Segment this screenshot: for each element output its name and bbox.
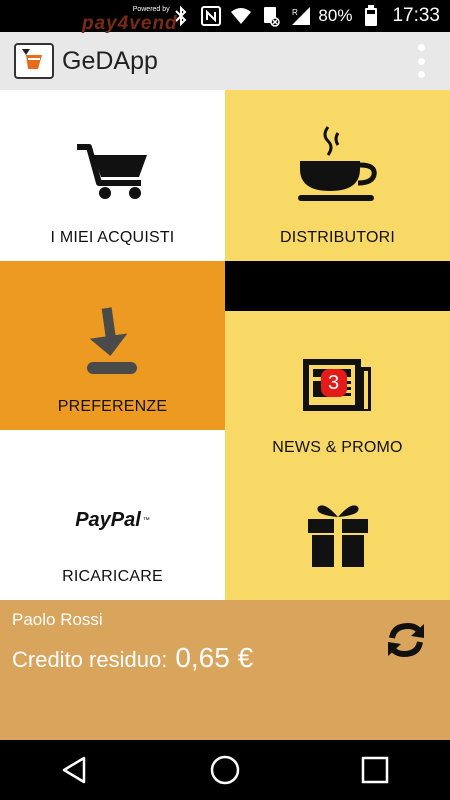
paypal-logo: PayPal ™	[75, 509, 150, 532]
recents-icon[interactable]	[355, 750, 395, 790]
clock: 17:33	[392, 5, 440, 26]
battery-percent: 80%	[318, 6, 353, 25]
svg-text:R: R	[292, 8, 298, 17]
credit-amount: 0,65 €	[175, 642, 254, 673]
tile-gift[interactable]	[225, 471, 450, 600]
tile-acquisti[interactable]: I MIEI ACQUISTI	[0, 90, 225, 261]
home-icon[interactable]	[205, 750, 245, 790]
status-bar: R 80% 17:33	[0, 0, 450, 32]
nfc-icon	[200, 5, 222, 27]
gift-icon	[306, 499, 370, 569]
overflow-menu-icon[interactable]	[416, 44, 426, 78]
refresh-icon[interactable]	[384, 618, 428, 662]
user-name: Paolo Rossi	[12, 610, 103, 629]
download-icon	[85, 306, 141, 378]
tile-distributori-label: DISTRIBUTORI	[279, 229, 395, 246]
credit-footer: Paolo Rossi Credito residuo: 0,65 €	[0, 600, 450, 740]
battery-icon	[360, 5, 382, 27]
shopping-cart-icon	[75, 143, 151, 201]
credit-label: Credito residuo:	[12, 647, 168, 672]
pay4vend-powered-by: Powered by	[132, 6, 170, 13]
tile-news[interactable]: 3 NEWS & PROMO	[225, 311, 450, 471]
coffee-cup-icon	[294, 125, 382, 207]
back-icon[interactable]	[55, 750, 95, 790]
newspaper-icon: 3	[301, 355, 375, 415]
nav-bar	[0, 740, 450, 800]
tile-preferenze-label: PREFERENZE	[57, 398, 168, 415]
tile-news-label: NEWS & PROMO	[272, 439, 403, 456]
signal-icon: R	[290, 5, 312, 27]
paypal-brand: PayPal	[75, 509, 141, 531]
tile-ricaricare-label: RICARICARE	[62, 568, 163, 585]
wifi-icon	[230, 5, 252, 27]
app-bar: GeDApp	[0, 32, 450, 90]
gedapp-logo-icon	[14, 43, 54, 79]
credit-row: Credito residuo: 0,65 €	[12, 642, 438, 674]
sim-icon	[260, 5, 282, 27]
tile-distributori[interactable]: DISTRIBUTORI	[225, 90, 450, 261]
tile-preferenze[interactable]: PREFERENZE	[0, 261, 225, 430]
app-title: GeDApp	[62, 46, 158, 75]
news-badge: 3	[320, 369, 347, 397]
tile-acquisti-label: I MIEI ACQUISTI	[50, 229, 175, 246]
trademark-mark: ™	[142, 517, 150, 524]
tile-ricaricare[interactable]: PayPal ™ RICARICARE	[0, 430, 225, 600]
pay4vend-brand: pay4vend	[82, 13, 178, 34]
